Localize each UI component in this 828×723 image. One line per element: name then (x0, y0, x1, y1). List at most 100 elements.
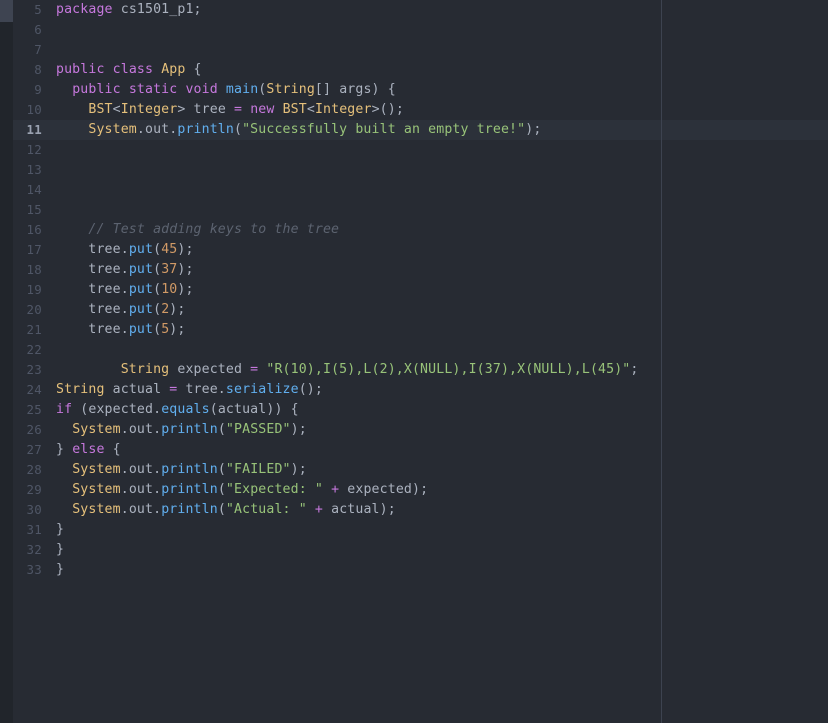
token-plain: tree. (56, 282, 129, 297)
token-punct: ( (217, 422, 226, 437)
line-code: // Test adding keys to the tree (56, 220, 339, 240)
token-keyword: class (112, 62, 154, 77)
token-type: System (72, 482, 121, 497)
line-code: } (56, 540, 64, 560)
code-line[interactable]: 8 public class App { (0, 60, 828, 80)
code-line[interactable]: 30 System.out.println("Actual: " + actua… (0, 500, 828, 520)
token-punct: ( (153, 242, 162, 257)
token-punct: ); (169, 302, 186, 317)
token-plain: tree. (56, 322, 129, 337)
token-punct: { (185, 62, 202, 77)
token-type: BST (282, 102, 307, 117)
token-plain: .out. (120, 462, 162, 477)
token-plain: expected (169, 362, 251, 377)
token-punct: (); (298, 382, 323, 397)
code-line[interactable]: 18 tree.put(37); (0, 260, 828, 280)
code-line[interactable]: 20 tree.put(2); (0, 300, 828, 320)
code-line[interactable]: 33} (0, 560, 828, 580)
token-punct: ); (290, 462, 307, 477)
vertical-scrollbar-thumb[interactable] (0, 0, 13, 22)
token-keyword: if (56, 402, 73, 417)
token-punct: } (56, 562, 65, 577)
line-code: public static void main(String[] args) { (56, 80, 396, 100)
code-line[interactable]: 27} else { (0, 440, 828, 460)
token-keyword: static (128, 82, 178, 97)
token-plain: cs1501_p1; (112, 2, 202, 17)
code-surface[interactable]: 5 package cs1501_p1; 6 7 8 public class App {… (0, 0, 828, 723)
token-method: println (161, 482, 218, 497)
token-punct: ( (217, 462, 226, 477)
token-type: App (161, 62, 186, 77)
token-method: put (128, 282, 154, 297)
token-punct: < (306, 102, 315, 117)
code-line[interactable]: 22 (0, 340, 828, 360)
token-operator: + (314, 502, 324, 517)
token-plain: tree. (56, 302, 129, 317)
token-plain: actual); (323, 502, 396, 517)
code-line[interactable]: 13 (0, 160, 828, 180)
line-code: tree.put(37); (56, 260, 194, 280)
code-line[interactable]: 29 System.out.println("Expected: " + exp… (0, 480, 828, 500)
token-method: println (177, 122, 234, 137)
code-line[interactable]: 26 System.out.println("PASSED"); (0, 420, 828, 440)
code-line[interactable]: 6 (0, 20, 828, 40)
code-line[interactable]: 7 (0, 40, 828, 60)
token-type: BST (88, 102, 113, 117)
code-line[interactable]: 19 tree.put(10); (0, 280, 828, 300)
token-punct: ); (177, 242, 194, 257)
code-line[interactable]: 31} (0, 520, 828, 540)
token-method: equals (161, 402, 210, 417)
vertical-ruler-guide (661, 0, 662, 723)
code-line[interactable]: 28 System.out.println("FAILED"); (0, 460, 828, 480)
code-line[interactable]: 5 package cs1501_p1; (0, 0, 828, 20)
code-line[interactable]: 16 // Test adding keys to the tree (0, 220, 828, 240)
token-punct: } (56, 442, 73, 457)
token-plain: expected); (339, 482, 429, 497)
token-punct: ( (217, 502, 226, 517)
code-line[interactable]: 11 System.out.println("Successfully buil… (0, 120, 828, 140)
code-line[interactable]: 23 String expected = "R(10),I(5),L(2),X(… (0, 360, 828, 380)
token-type: Integer (314, 102, 372, 117)
line-code: tree.put(5); (56, 320, 185, 340)
token-type: System (88, 122, 137, 137)
code-line[interactable]: 17 tree.put(45); (0, 240, 828, 260)
token-punct: ); (177, 262, 194, 277)
token-punct: ( (153, 262, 162, 277)
token-punct: } (56, 522, 65, 537)
vertical-scrollbar-track[interactable] (0, 0, 13, 723)
line-code: public class App { (56, 60, 202, 80)
code-line[interactable]: 21 tree.put(5); (0, 320, 828, 340)
token-keyword: public (56, 62, 105, 77)
token-plain: .out. (120, 422, 162, 437)
token-plain: tree. (56, 242, 129, 257)
code-line[interactable]: 9 public static void main(String[] args)… (0, 80, 828, 100)
token-comment: // Test adding keys to the tree (88, 222, 340, 237)
code-line[interactable]: 32} (0, 540, 828, 560)
code-line[interactable]: 12 (0, 140, 828, 160)
token-punct: ( (153, 302, 162, 317)
token-plain: .out. (136, 122, 178, 137)
token-punct: ); (169, 322, 186, 337)
token-type: System (72, 462, 121, 477)
token-plain: .out. (120, 482, 162, 497)
token-string: "FAILED" (225, 462, 291, 477)
token-punct: ); (177, 282, 194, 297)
token-plain: (expected. (72, 402, 162, 417)
code-line[interactable]: 15 (0, 200, 828, 220)
line-code: System.out.println("PASSED"); (56, 420, 307, 440)
code-editor[interactable]: 5 package cs1501_p1; 6 7 8 public class App {… (0, 0, 828, 723)
token-punct: >(); (371, 102, 404, 117)
code-line[interactable]: 10 BST<Integer> tree = new BST<Integer>(… (0, 100, 828, 120)
code-line[interactable]: 24 String actual = tree.serialize(); (0, 380, 828, 400)
code-line[interactable]: 25 if (expected.equals(actual)) { (0, 400, 828, 420)
code-line[interactable]: 14 (0, 180, 828, 200)
